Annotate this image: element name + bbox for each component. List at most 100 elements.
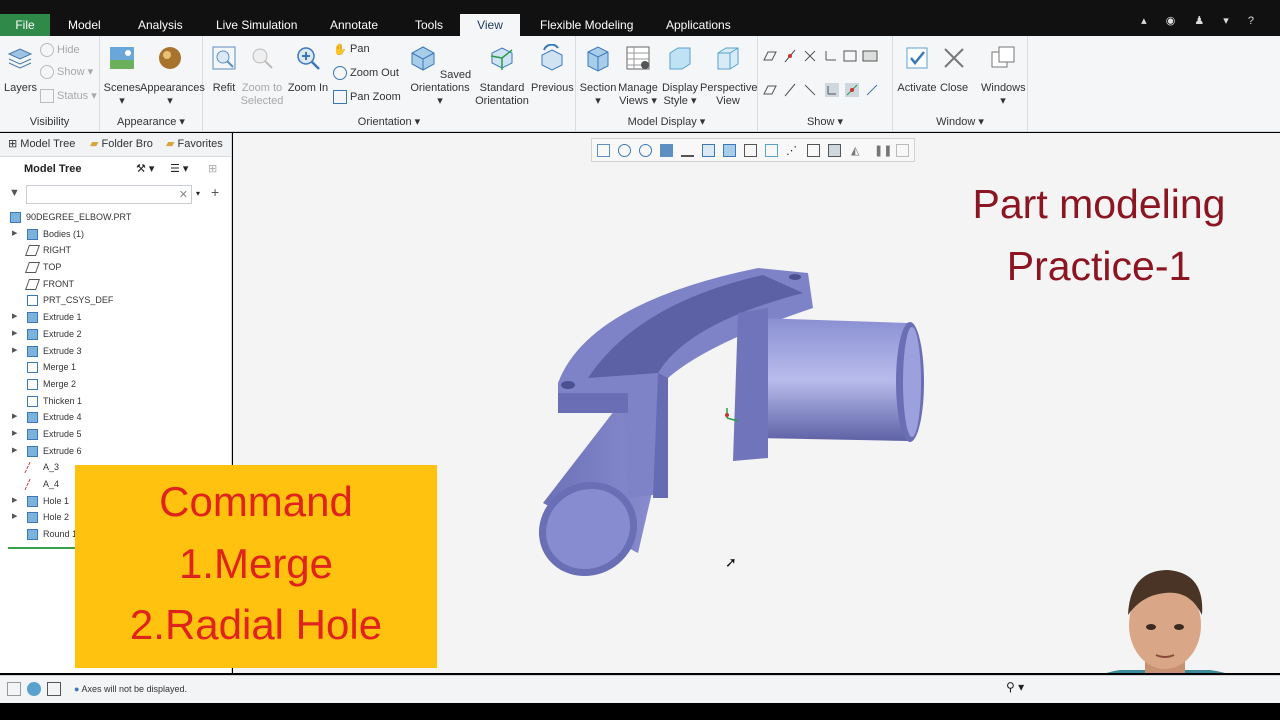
tree-columns-icon[interactable]: ☰ ▾: [170, 162, 188, 175]
browser-toggle-icon[interactable]: [27, 682, 41, 696]
hide-button[interactable]: Hide: [40, 42, 80, 58]
expand-arrow-icon[interactable]: ▶: [12, 226, 17, 243]
repaint-icon[interactable]: [660, 144, 673, 157]
tree-item-bodies-1-[interactable]: ▶ Bodies (1): [0, 226, 232, 243]
expand-arrow-icon[interactable]: ▶: [12, 309, 17, 326]
tree-item-extrude-3[interactable]: ▶ Extrude 3: [0, 343, 232, 360]
pan-zoom-button[interactable]: Pan Zoom: [333, 89, 401, 105]
tab-view[interactable]: View: [460, 14, 520, 36]
tree-item-front[interactable]: FRONT: [0, 276, 232, 293]
windows-button[interactable]: Windows ▾: [981, 44, 1026, 108]
tree-item-merge-1[interactable]: Merge 1: [0, 359, 232, 376]
tab-analysis[interactable]: Analysis: [128, 14, 193, 36]
tree-item-top[interactable]: TOP: [0, 259, 232, 276]
previous-button[interactable]: Previous: [531, 43, 574, 95]
show-button[interactable]: Show ▾: [40, 64, 93, 80]
display-style-icon[interactable]: [702, 144, 715, 157]
close-button[interactable]: Close: [939, 44, 969, 95]
perspective-icon[interactable]: [765, 144, 778, 157]
active-csys-icon[interactable]: [828, 144, 841, 157]
expand-arrow-icon[interactable]: ▶: [12, 409, 17, 426]
manage-views-button[interactable]: Manage Views ▾: [618, 44, 658, 108]
axis-tag-icon[interactable]: [782, 82, 798, 98]
search-dropdown-icon[interactable]: ▾: [196, 189, 200, 198]
pause-icon[interactable]: ❚❚: [874, 144, 892, 157]
spin-center-icon[interactable]: [896, 144, 909, 157]
favorites-icon: ▰: [166, 138, 175, 150]
tab-flexible-modeling[interactable]: Flexible Modeling: [530, 14, 643, 36]
tab-applications[interactable]: Applications: [656, 14, 741, 36]
layers-button[interactable]: Layers: [4, 44, 37, 95]
tree-filter-icon[interactable]: ⊞: [208, 162, 217, 175]
spin-center-icon[interactable]: [762, 82, 778, 98]
filter-icon[interactable]: ▼: [9, 187, 20, 199]
zoom-in-icon[interactable]: [618, 144, 631, 157]
expand-arrow-icon[interactable]: ▶: [12, 493, 17, 510]
saved-orientations-button[interactable]: Saved Orientations ▾: [407, 44, 473, 108]
display-style-button[interactable]: Display Style ▾: [660, 44, 700, 108]
active-csys-icon[interactable]: [844, 82, 860, 98]
plane-display-icon[interactable]: ⋰: [786, 144, 799, 157]
tab-live-simulation[interactable]: Live Simulation: [206, 14, 307, 36]
tree-settings-icon[interactable]: ⚒ ▾: [136, 162, 154, 175]
activate-button[interactable]: Activate: [895, 44, 939, 95]
tree-toggle-icon[interactable]: [7, 682, 21, 696]
annotation-icon[interactable]: ◭: [851, 144, 864, 157]
tab-file[interactable]: File: [0, 14, 50, 36]
csys-tag-icon[interactable]: [824, 82, 840, 98]
tree-item-right[interactable]: RIGHT: [0, 242, 232, 259]
tree-item-extrude-5[interactable]: ▶ Extrude 5: [0, 426, 232, 443]
tab-model[interactable]: Model: [58, 14, 111, 36]
tree-item-merge-2[interactable]: Merge 2: [0, 376, 232, 393]
clear-search-icon[interactable]: ✕: [179, 188, 188, 201]
tree-item-extrude-2[interactable]: ▶ Extrude 2: [0, 326, 232, 343]
expand-arrow-icon[interactable]: ▶: [12, 509, 17, 526]
tab-model-tree[interactable]: ⊞ Model Tree: [8, 137, 75, 150]
expand-arrow-icon[interactable]: ▶: [12, 326, 17, 343]
add-icon[interactable]: +: [211, 184, 219, 200]
axis-display-icon[interactable]: [782, 48, 798, 64]
tree-item-thicken-1[interactable]: Thicken 1: [0, 393, 232, 410]
point-display-icon[interactable]: [802, 48, 818, 64]
saved-orientations-icon[interactable]: [723, 144, 736, 157]
tree-item-extrude-4[interactable]: ▶ Extrude 4: [0, 409, 232, 426]
curve-display-icon[interactable]: [864, 82, 880, 98]
section-button[interactable]: Section ▾: [578, 44, 618, 108]
pan-button[interactable]: ✋ Pan: [333, 41, 369, 57]
refit-icon[interactable]: [597, 144, 610, 157]
zoom-in-button[interactable]: Zoom In: [287, 44, 329, 95]
appearances-button[interactable]: Appearances ▾: [140, 44, 205, 108]
scenes-button[interactable]: Scenes ▾: [102, 44, 142, 108]
zoom-to-selected-button[interactable]: Zoom to Selected: [239, 44, 285, 108]
annotation-display-icon[interactable]: [842, 48, 858, 64]
search-input[interactable]: ✕: [26, 185, 192, 204]
perspective-view-button[interactable]: Perspective View: [700, 44, 757, 108]
find-icon[interactable]: ⚲ ▾: [1006, 680, 1024, 694]
tree-item-extrude-1[interactable]: ▶ Extrude 1: [0, 309, 232, 326]
zoom-out-button[interactable]: Zoom Out: [333, 65, 399, 81]
point-tag-icon[interactable]: [802, 82, 818, 98]
tree-item-extrude-6[interactable]: ▶ Extrude 6: [0, 443, 232, 460]
tab-annotate[interactable]: Annotate: [320, 14, 388, 36]
refit-button[interactable]: Refit: [209, 44, 239, 95]
tab-folder-browser[interactable]: ▰ Folder Bro: [90, 137, 153, 150]
tree-item-prt-csys-def[interactable]: PRT_CSYS_DEF: [0, 292, 232, 309]
pan-icon[interactable]: [681, 144, 694, 157]
tree-root[interactable]: 90DEGREE_ELBOW.PRT: [0, 209, 232, 226]
tab-tools[interactable]: Tools: [405, 14, 453, 36]
csys-display-icon[interactable]: [822, 48, 838, 64]
csys-display-icon[interactable]: [807, 144, 820, 157]
expand-arrow-icon[interactable]: ▶: [12, 426, 17, 443]
expand-arrow-icon[interactable]: ▶: [12, 443, 17, 460]
window-controls[interactable]: ▴ ◉ ♟ ▾ ?: [1141, 14, 1262, 27]
elbow-part-model[interactable]: [528, 263, 938, 593]
zoom-out-icon[interactable]: [639, 144, 652, 157]
dimension-display-icon[interactable]: [862, 48, 878, 64]
tab-favorites[interactable]: ▰ Favorites: [166, 137, 223, 150]
expand-arrow-icon[interactable]: ▶: [12, 343, 17, 360]
fullscreen-icon[interactable]: [47, 682, 61, 696]
status-button[interactable]: Status ▾: [40, 88, 97, 104]
plane-display-icon[interactable]: [762, 48, 778, 64]
view-manager-icon[interactable]: [744, 144, 757, 157]
standard-orientation-button[interactable]: Standard Orientation: [473, 44, 531, 108]
